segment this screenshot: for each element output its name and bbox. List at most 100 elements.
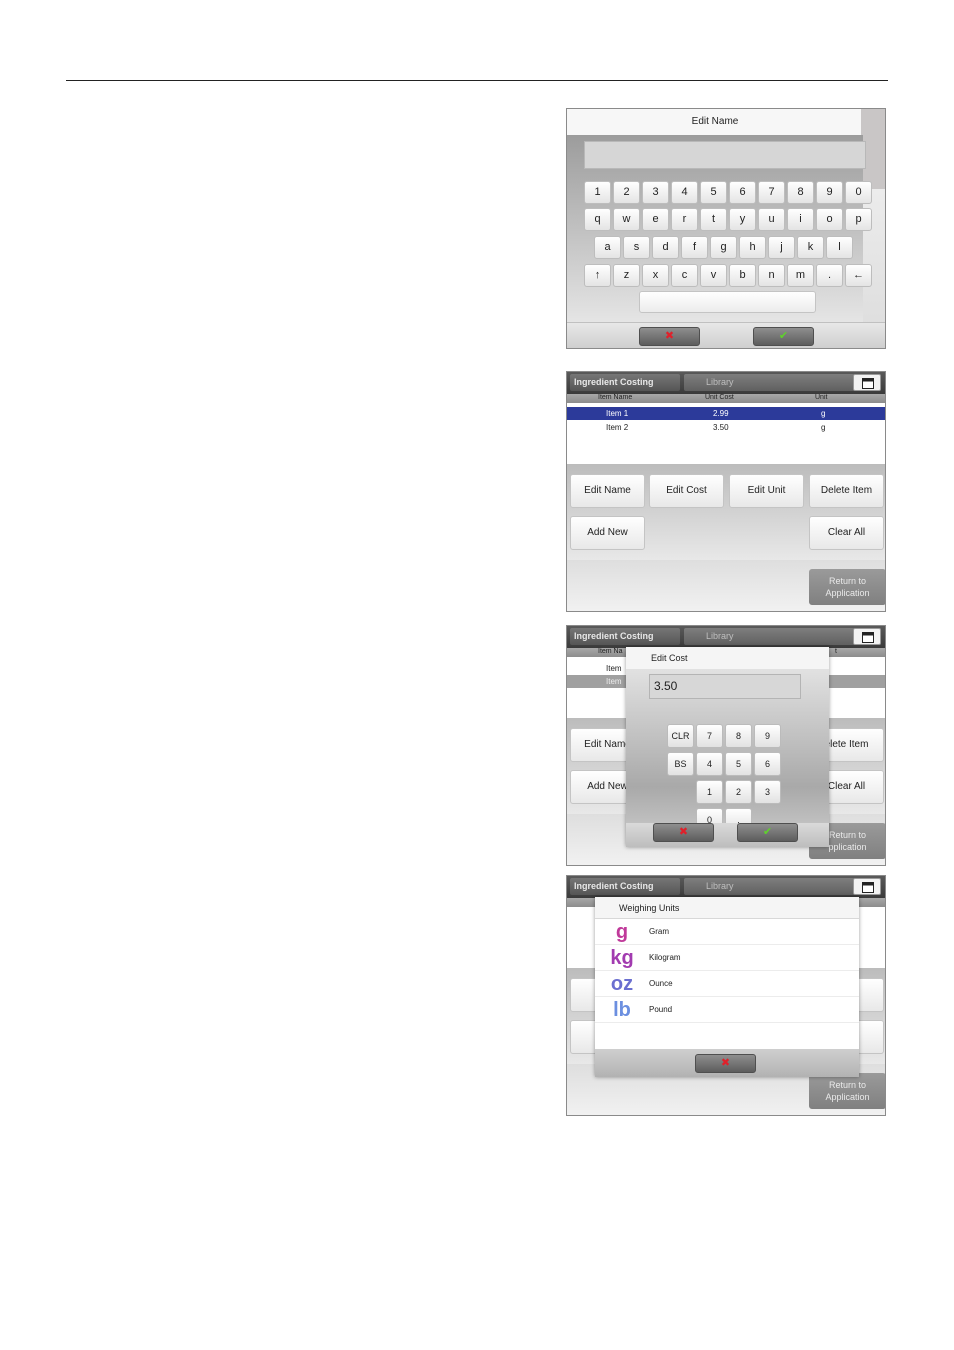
save-icon[interactable] (853, 374, 881, 391)
key-u[interactable]: u (758, 208, 785, 231)
table-row[interactable]: Item 1 2.99 g (567, 407, 885, 420)
tab-library[interactable]: Library (684, 628, 854, 645)
tab-library[interactable]: Library (684, 374, 854, 391)
backspace-key[interactable]: BS (667, 752, 694, 776)
cancel-x-icon: ✖ (678, 826, 689, 838)
key-y[interactable]: y (729, 208, 756, 231)
save-icon[interactable] (853, 878, 881, 895)
key-6[interactable]: 6 (729, 181, 756, 204)
key-m[interactable]: m (787, 264, 814, 287)
key-s[interactable]: s (623, 236, 650, 259)
unit-option-gram[interactable]: g Gram (595, 919, 859, 945)
confirm-button[interactable]: ✔ (737, 823, 798, 842)
row-item-name: Item 1 (606, 409, 629, 418)
save-icon[interactable] (853, 628, 881, 645)
key-4[interactable]: 4 (671, 181, 698, 204)
col-item-name: Item Name (598, 394, 633, 401)
key-8[interactable]: 8 (725, 724, 752, 748)
dialog-title: Weighing Units (595, 897, 859, 919)
weighing-units-dialog: Weighing Units g Gram kg Kilogram oz Oun… (595, 897, 859, 1077)
key-h[interactable]: h (739, 236, 766, 259)
edit-name-button[interactable]: Edit Name (570, 474, 645, 508)
tab-ingredient-costing[interactable]: Ingredient Costing (570, 878, 680, 895)
key-5[interactable]: 5 (725, 752, 752, 776)
keyboard-row-numbers: 1 2 3 4 5 6 7 8 9 0 (584, 181, 872, 204)
tab-ingredient-costing[interactable]: Ingredient Costing (570, 374, 680, 391)
key-9[interactable]: 9 (754, 724, 781, 748)
return-label-line2: Application (825, 1092, 870, 1102)
key-x[interactable]: x (642, 264, 669, 287)
app-header: Ingredient Costing Library (567, 876, 885, 898)
edit-name-title: Edit Name (567, 109, 863, 135)
key-3[interactable]: 3 (754, 780, 781, 804)
key-q[interactable]: q (584, 208, 611, 231)
library-table: Item Name Unit Cost Unit Item 1 2.99 g I… (567, 394, 885, 464)
edit-cost-button[interactable]: Edit Cost (649, 474, 724, 508)
cancel-x-icon: ✖ (664, 330, 675, 342)
cancel-button[interactable]: ✖ (695, 1054, 756, 1073)
delete-item-button[interactable]: Delete Item (809, 474, 884, 508)
key-f[interactable]: f (681, 236, 708, 259)
key-period[interactable]: . (816, 264, 843, 287)
key-d[interactable]: d (652, 236, 679, 259)
key-6[interactable]: 6 (754, 752, 781, 776)
key-2[interactable]: 2 (613, 181, 640, 204)
confirm-button[interactable]: ✔ (753, 327, 814, 346)
key-o[interactable]: o (816, 208, 843, 231)
key-n[interactable]: n (758, 264, 785, 287)
key-a[interactable]: a (594, 236, 621, 259)
dialog-title: Edit Cost (626, 647, 829, 669)
cancel-x-icon: ✖ (720, 1057, 731, 1069)
return-to-application-button[interactable]: Return to Application (809, 1073, 885, 1109)
unit-option-kilogram[interactable]: kg Kilogram (595, 945, 859, 971)
name-input[interactable] (584, 141, 866, 169)
unit-option-pound[interactable]: lb Pound (595, 997, 859, 1023)
key-e[interactable]: e (642, 208, 669, 231)
clear-all-button[interactable]: Clear All (809, 516, 884, 550)
space-bar[interactable] (639, 291, 816, 313)
key-7[interactable]: 7 (696, 724, 723, 748)
cancel-button[interactable]: ✖ (653, 823, 714, 842)
key-i[interactable]: i (787, 208, 814, 231)
key-8[interactable]: 8 (787, 181, 814, 204)
backspace-key[interactable]: ← (845, 264, 872, 287)
clear-key[interactable]: CLR (667, 724, 694, 748)
key-3[interactable]: 3 (642, 181, 669, 204)
cost-input[interactable]: 3.50 (649, 674, 801, 699)
key-2[interactable]: 2 (725, 780, 752, 804)
key-p[interactable]: p (845, 208, 872, 231)
shift-key[interactable]: ↑ (584, 264, 611, 287)
add-new-button[interactable]: Add New (570, 516, 645, 550)
row-item-name: Item 2 (606, 423, 629, 432)
key-r[interactable]: r (671, 208, 698, 231)
gram-symbol-icon: g (615, 921, 629, 943)
tab-library[interactable]: Library (684, 878, 854, 895)
key-g[interactable]: g (710, 236, 737, 259)
key-9[interactable]: 9 (816, 181, 843, 204)
key-7[interactable]: 7 (758, 181, 785, 204)
key-1[interactable]: 1 (696, 780, 723, 804)
key-b[interactable]: b (729, 264, 756, 287)
key-c[interactable]: c (671, 264, 698, 287)
cancel-button[interactable]: ✖ (639, 327, 700, 346)
key-t[interactable]: t (700, 208, 727, 231)
key-k[interactable]: k (797, 236, 824, 259)
key-v[interactable]: v (700, 264, 727, 287)
tab-ingredient-costing[interactable]: Ingredient Costing (570, 628, 680, 645)
key-l[interactable]: l (826, 236, 853, 259)
key-5[interactable]: 5 (700, 181, 727, 204)
key-0[interactable]: 0 (845, 181, 872, 204)
key-j[interactable]: j (768, 236, 795, 259)
key-4[interactable]: 4 (696, 752, 723, 776)
table-row[interactable]: Item 2 3.50 g (567, 421, 885, 434)
unit-option-ounce[interactable]: oz Ounce (595, 971, 859, 997)
key-z[interactable]: z (613, 264, 640, 287)
row-item-name: Item (606, 677, 622, 686)
key-1[interactable]: 1 (584, 181, 611, 204)
ounce-symbol-icon: oz (610, 973, 634, 995)
key-w[interactable]: w (613, 208, 640, 231)
row-item-name: Item (606, 664, 622, 673)
edit-cost-dialog: Edit Cost 3.50 CLR 7 8 9 BS 4 5 6 1 2 3 … (626, 647, 829, 847)
edit-unit-button[interactable]: Edit Unit (729, 474, 804, 508)
return-to-application-button[interactable]: Return to Application (809, 569, 885, 605)
